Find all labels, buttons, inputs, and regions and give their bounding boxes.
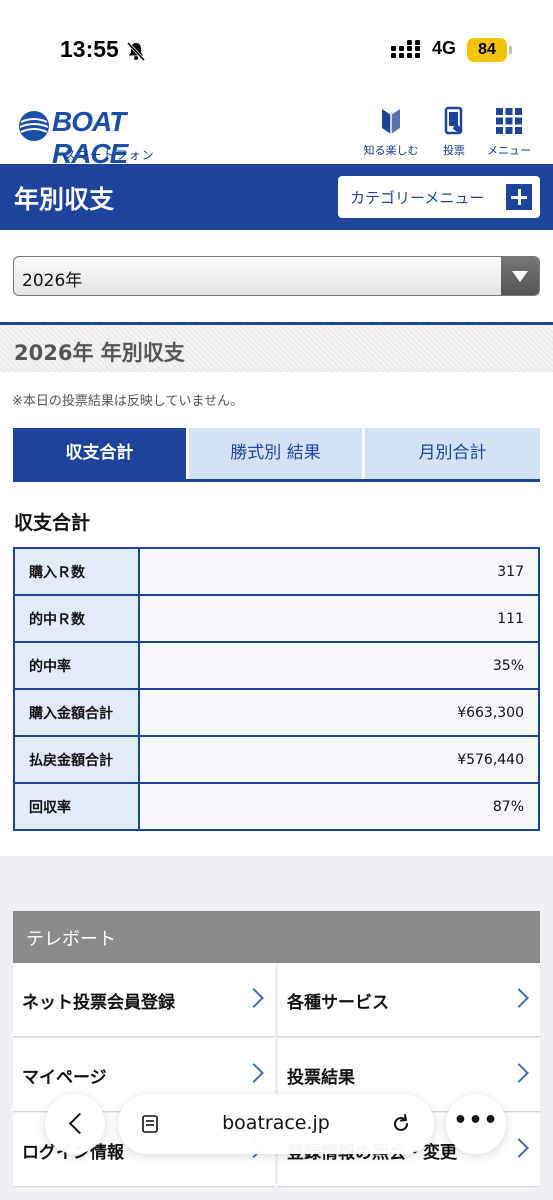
chevron-right-icon xyxy=(244,988,264,1008)
tab-total[interactable]: 収支合計 xyxy=(13,428,186,479)
table-row: 的中率 35% xyxy=(13,641,540,690)
boatrace-logo-mark-icon xyxy=(19,111,49,141)
section-header: 2026年 年別収支 xyxy=(0,322,553,372)
row-value: 87% xyxy=(138,782,540,831)
battery-indicator: 84 xyxy=(467,38,512,62)
logo-subtitle: スマートフォン xyxy=(64,148,155,162)
status-time: 13:55 xyxy=(60,36,119,62)
link-label: 各種サービス xyxy=(287,993,389,1013)
more-options-button[interactable]: ••• xyxy=(446,1094,506,1154)
tab-bar: 収支合計 勝式別 結果 月別合計 xyxy=(13,428,540,482)
tab-by-bet-type[interactable]: 勝式別 結果 xyxy=(189,428,362,479)
link-label: マイページ xyxy=(22,1068,107,1088)
signal-icon xyxy=(391,40,420,58)
nav-label: 知る楽しむ xyxy=(363,144,419,157)
row-value: ¥576,440 xyxy=(138,735,540,784)
nav-shiru-tanoshimu[interactable]: 知る楽しむ xyxy=(361,106,421,158)
site-header: BOAT RACE スマートフォン 知る楽しむ 投票 メニュー xyxy=(0,100,553,169)
page-title-bar: 年別収支 カテゴリーメニュー xyxy=(0,164,553,230)
category-menu-button[interactable]: カテゴリーメニュー xyxy=(338,176,540,218)
row-value: 111 xyxy=(138,594,540,643)
row-value: ¥663,300 xyxy=(138,688,540,737)
link-net-vote-register[interactable]: ネット投票会員登録 xyxy=(13,963,275,1037)
teleboat-title: テレボート xyxy=(26,929,116,950)
chevron-right-icon xyxy=(509,1063,529,1083)
page-title: 年別収支 xyxy=(14,185,115,214)
row-value: 317 xyxy=(138,547,540,596)
nav-label: 投票 xyxy=(443,144,465,157)
chevron-right-icon xyxy=(244,1063,264,1083)
network-type: 4G xyxy=(432,38,457,58)
tab-monthly[interactable]: 月別合計 xyxy=(365,428,540,479)
address-bar[interactable]: boatrace.jp xyxy=(118,1094,434,1154)
section-title: 2026年 年別収支 xyxy=(14,341,185,365)
reload-icon[interactable] xyxy=(390,1113,412,1135)
row-label: 払戻金額合計 xyxy=(13,735,140,784)
bell-muted-icon xyxy=(126,41,146,62)
boatrace-logo[interactable]: BOAT RACE スマートフォン xyxy=(18,106,198,169)
nav-menu[interactable]: メニュー xyxy=(479,106,539,158)
table-row: 的中Ｒ数 111 xyxy=(13,594,540,643)
table-row: 払戻金額合計 ¥576,440 xyxy=(13,735,540,784)
nav-label: メニュー xyxy=(487,144,531,157)
category-menu-label: カテゴリーメニュー xyxy=(350,189,485,207)
row-value: 35% xyxy=(138,641,540,690)
row-label: 回収率 xyxy=(13,782,140,831)
result-note: ※本日の投票結果は反映していません。 xyxy=(12,394,244,409)
summary-table: 購入Ｒ数 317 的中Ｒ数 111 的中率 35% 購入金額合計 ¥663,30… xyxy=(13,547,540,831)
row-label: 的中Ｒ数 xyxy=(13,594,140,643)
link-label: 投票結果 xyxy=(287,1068,355,1088)
more-icon: ••• xyxy=(453,1108,499,1133)
row-label: 的中率 xyxy=(13,641,140,690)
year-select-value: 2026年 xyxy=(22,271,83,291)
smartphone-vote-icon xyxy=(444,106,463,135)
nav-vote[interactable]: 投票 xyxy=(424,106,484,158)
table-row: 購入Ｒ数 317 xyxy=(13,547,540,596)
row-label: 購入金額合計 xyxy=(13,688,140,737)
back-button[interactable] xyxy=(45,1094,105,1154)
beginner-mark-icon xyxy=(382,109,400,134)
status-bar: 13:55 4G 84 xyxy=(0,0,553,100)
summary-title: 収支合計 xyxy=(14,512,91,534)
table-row: 購入金額合計 ¥663,300 xyxy=(13,688,540,737)
grid-menu-icon xyxy=(496,108,522,134)
row-label: 購入Ｒ数 xyxy=(13,547,140,596)
year-select[interactable]: 2026年 xyxy=(13,256,540,296)
link-services[interactable]: 各種サービス xyxy=(278,963,540,1037)
link-label: ネット投票会員登録 xyxy=(22,993,175,1013)
table-row: 回収率 87% xyxy=(13,782,540,831)
browser-toolbar: boatrace.jp ••• xyxy=(0,1092,553,1158)
plus-icon xyxy=(506,184,532,210)
dropdown-arrow-icon xyxy=(501,257,539,295)
url-text: boatrace.jp xyxy=(222,1112,330,1134)
teleboat-header: テレボート xyxy=(13,911,540,963)
chevron-right-icon xyxy=(509,988,529,1008)
